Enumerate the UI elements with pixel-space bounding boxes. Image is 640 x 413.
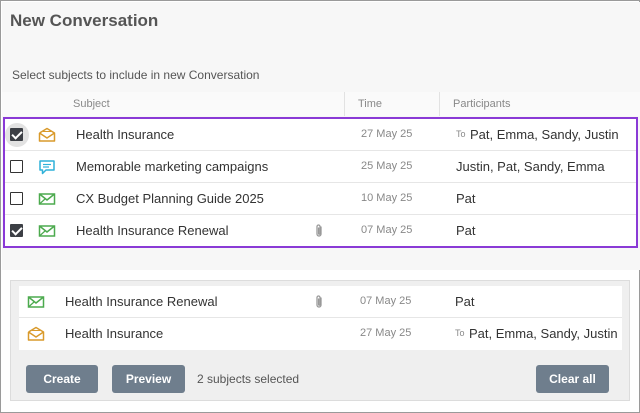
row-checkbox[interactable] <box>10 224 23 237</box>
participants-text: Justin, Pat, Sandy, Emma <box>456 159 605 174</box>
time-text: 27 May 25 <box>360 327 412 339</box>
selected-subject-row[interactable]: Health Insurance Renewal 07 May 25 Pat <box>19 286 622 318</box>
time-text: 27 May 25 <box>361 128 413 140</box>
subject-text: Health Insurance <box>65 326 164 341</box>
subject-text: CX Budget Planning Guide 2025 <box>76 191 264 206</box>
time-text: 07 May 25 <box>361 224 413 236</box>
table-header: Subject Time Participants <box>2 92 640 116</box>
subject-text: Memorable marketing campaigns <box>76 159 269 174</box>
subject-list: Health Insurance 27 May 25 To Pat, Emma, Sa… <box>3 117 638 248</box>
clear-all-button[interactable]: Clear all <box>536 365 609 393</box>
to-prefix: To <box>456 129 466 139</box>
envelope-open-icon <box>38 127 56 143</box>
column-header-time[interactable]: Time <box>358 98 382 110</box>
column-divider <box>439 92 440 116</box>
selected-subjects-panel: Health Insurance Renewal 07 May 25 Pat Heal… <box>10 280 630 401</box>
column-divider <box>344 92 345 116</box>
envelope-icon <box>38 191 56 207</box>
subject-text: Health Insurance Renewal <box>76 223 229 238</box>
subject-row[interactable]: Health Insurance Renewal 07 May 25 Pat <box>5 215 636 247</box>
time-text: 10 May 25 <box>361 192 413 204</box>
participants-text: Pat <box>455 294 475 309</box>
column-header-participants[interactable]: Participants <box>453 98 510 110</box>
paperclip-icon <box>314 294 324 310</box>
paperclip-icon <box>314 223 324 239</box>
selected-subjects-list: Health Insurance Renewal 07 May 25 Pat Heal… <box>19 286 622 350</box>
dialog-title: New Conversation <box>10 11 159 30</box>
subject-row[interactable]: Memorable marketing campaigns 25 May 25 Ju… <box>5 151 636 183</box>
subject-row[interactable]: CX Budget Planning Guide 2025 10 May 25 Pa… <box>5 183 636 215</box>
row-checkbox[interactable] <box>10 160 23 173</box>
envelope-open-icon <box>27 326 45 342</box>
subject-text: Health Insurance Renewal <box>65 294 218 309</box>
participants-text: Pat <box>456 191 476 206</box>
new-conversation-dialog: New Conversation Select subjects to incl… <box>0 0 640 413</box>
selection-count: 2 subjects selected <box>197 372 300 386</box>
envelope-icon <box>38 223 56 239</box>
chat-bubble-icon <box>38 159 56 175</box>
column-header-subject[interactable]: Subject <box>73 98 110 110</box>
time-text: 25 May 25 <box>361 160 413 172</box>
selected-subject-row[interactable]: Health Insurance 27 May 25 To Pat, Emma, Sa… <box>19 318 622 350</box>
subject-row[interactable]: Health Insurance 27 May 25 To Pat, Emma, Sa… <box>5 119 636 151</box>
participants-text: Pat <box>456 223 476 238</box>
instruction-text: Select subjects to include in new Conver… <box>12 68 260 82</box>
envelope-icon <box>27 294 45 310</box>
preview-button[interactable]: Preview <box>112 365 185 393</box>
time-text: 07 May 25 <box>360 295 412 307</box>
create-button[interactable]: Create <box>26 365 98 393</box>
participants-text: Pat, Emma, Sandy, Justin <box>470 127 619 142</box>
participants-text: Pat, Emma, Sandy, Justin <box>469 326 618 341</box>
to-prefix: To <box>455 328 465 338</box>
subject-text: Health Insurance <box>76 127 175 142</box>
row-checkbox[interactable] <box>10 192 23 205</box>
row-checkbox[interactable] <box>10 128 23 141</box>
